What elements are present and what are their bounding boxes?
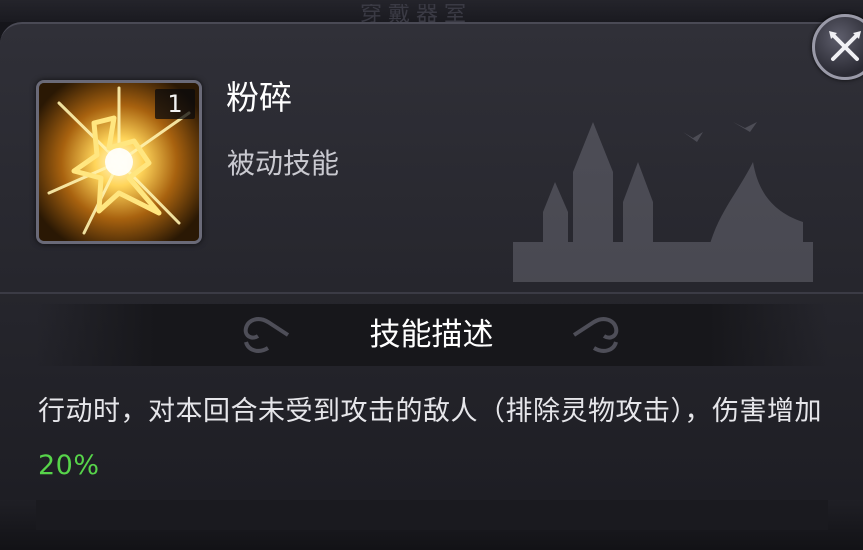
header-divider: [0, 292, 863, 294]
skill-type: 被动技能: [227, 147, 340, 180]
close-x-icon: [829, 31, 861, 61]
background-ghost-text: 穿戴器室: [360, 4, 473, 22]
background-strip: 穿戴器室: [0, 0, 863, 22]
description-body: 行动时，对本回合未受到攻击的敌人（排除灵物攻击），伤害增加: [38, 396, 822, 427]
panel-header: 1 粉碎 被动技能: [0, 22, 863, 292]
description-highlight-value: 20%: [38, 450, 100, 481]
ornament-right-icon: [572, 317, 619, 353]
description-text: 行动时，对本回合未受到攻击的敌人（排除灵物攻击），伤害增加 20%: [28, 385, 838, 493]
skill-name: 粉碎: [226, 78, 292, 117]
section-title: 技能描述: [369, 317, 494, 353]
skill-icon: 1: [36, 80, 202, 244]
skill-level-badge: 1: [155, 89, 195, 119]
panel-footer-inner: [36, 500, 828, 530]
skill-description: 行动时，对本回合未受到攻击的敌人（排除灵物攻击），伤害增加 20%: [28, 385, 838, 505]
castle-silhouette: [513, 122, 813, 282]
